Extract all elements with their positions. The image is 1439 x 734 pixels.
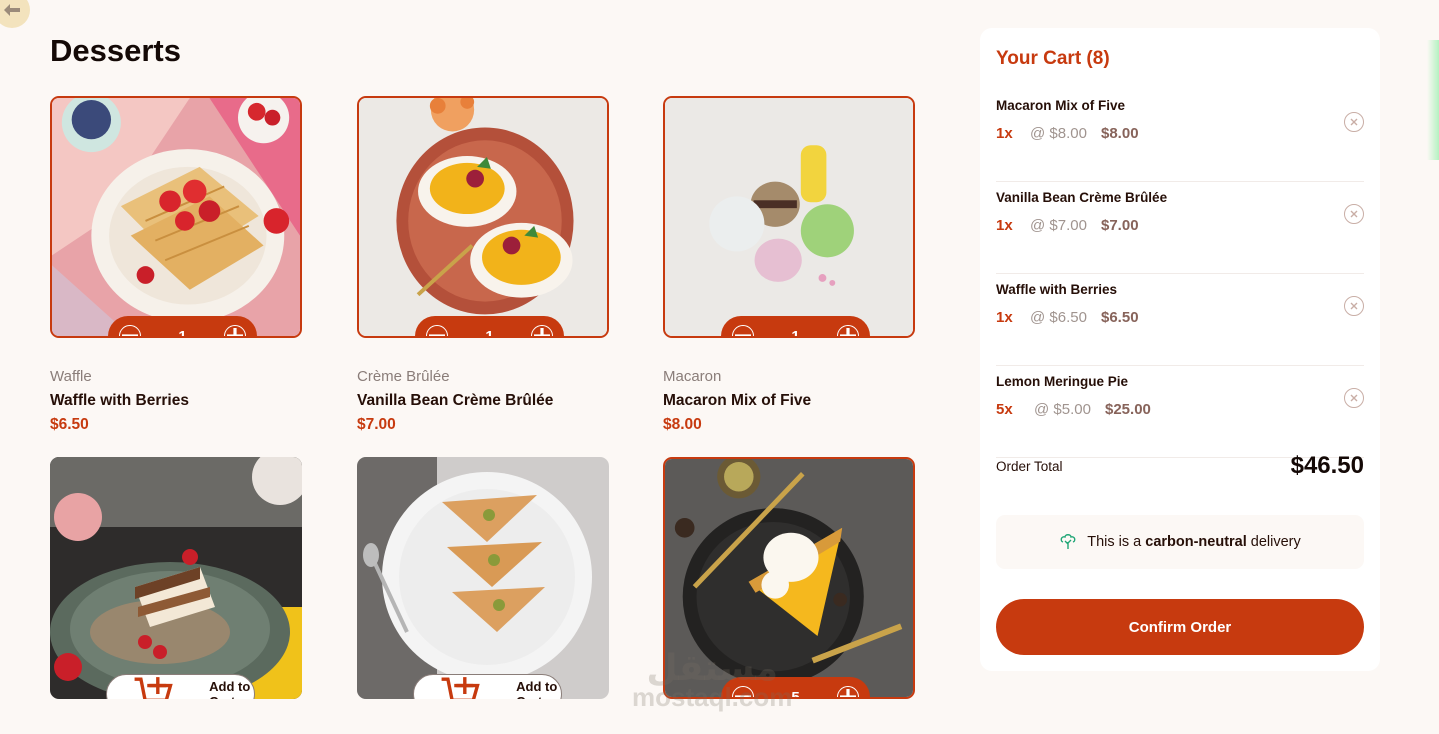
quantity-value: 1 bbox=[485, 327, 494, 338]
add-to-cart-button[interactable]: Add to Cart bbox=[106, 674, 255, 699]
remove-item-button[interactable] bbox=[1344, 388, 1364, 408]
cart-item: Lemon Meringue Pie 5x @ $5.00 $25.00 bbox=[996, 366, 1364, 458]
minus-icon bbox=[735, 334, 751, 336]
remove-item-button[interactable] bbox=[1344, 112, 1364, 132]
back-button[interactable] bbox=[0, 0, 30, 28]
macaron-image bbox=[665, 98, 913, 336]
decrement-button[interactable] bbox=[426, 325, 448, 336]
cart-item-unit-price: @ $6.50 bbox=[1030, 309, 1087, 326]
cart-plus-icon bbox=[441, 677, 480, 699]
cart-item-total: $8.00 bbox=[1101, 125, 1139, 142]
product-price: $8.00 bbox=[663, 416, 702, 433]
remove-item-button[interactable] bbox=[1344, 296, 1364, 316]
product-image: 1 bbox=[50, 96, 302, 338]
edge-glow bbox=[1427, 40, 1439, 160]
remove-item-button[interactable] bbox=[1344, 204, 1364, 224]
minus-icon bbox=[122, 334, 138, 336]
watermark: مستقل mostaql.com bbox=[632, 647, 793, 712]
product-card: Add to Cart bbox=[357, 457, 609, 699]
carbon-text: This is a carbon-neutral delivery bbox=[1087, 534, 1301, 550]
cart-plus-icon bbox=[134, 677, 173, 699]
arrow-left-icon bbox=[4, 4, 20, 16]
cart-item-total: $6.50 bbox=[1101, 309, 1139, 326]
product-card: 1 Crème Brûlée Vanilla Bean Crème Brûlée… bbox=[357, 96, 609, 433]
close-icon bbox=[1350, 302, 1358, 310]
cart-panel: Your Cart (8) Macaron Mix of Five 1x @ $… bbox=[980, 28, 1380, 671]
cart-item-unit-price: @ $5.00 bbox=[1034, 401, 1091, 418]
cart-item: Waffle with Berries 1x @ $6.50 $6.50 bbox=[996, 274, 1364, 366]
carbon-neutral-note: This is a carbon-neutral delivery bbox=[996, 515, 1364, 569]
cart-item-name: Macaron Mix of Five bbox=[996, 98, 1126, 113]
product-category: Waffle bbox=[50, 368, 92, 385]
close-icon bbox=[1350, 394, 1358, 402]
product-category: Crème Brûlée bbox=[357, 368, 450, 385]
page: Desserts 1 Waffle Waffle with Berries $6… bbox=[0, 0, 1439, 734]
minus-icon bbox=[429, 334, 445, 336]
product-image: 1 bbox=[357, 96, 609, 338]
add-to-cart-button[interactable]: Add to Cart bbox=[413, 674, 562, 699]
product-card: Add to Cart bbox=[50, 457, 302, 699]
plus-icon bbox=[840, 689, 856, 697]
cart-item-unit-price: @ $7.00 bbox=[1030, 217, 1087, 234]
cart-item-quantity: 5x bbox=[996, 401, 1013, 418]
close-icon bbox=[1350, 210, 1358, 218]
add-to-cart-label: Add to Cart bbox=[209, 679, 251, 699]
product-card: 1 Waffle Waffle with Berries $6.50 bbox=[50, 96, 302, 433]
cart-item-quantity: 1x bbox=[996, 125, 1013, 142]
order-total-label: Order Total bbox=[996, 459, 1063, 474]
increment-button[interactable] bbox=[531, 325, 553, 336]
cart-item-quantity: 1x bbox=[996, 217, 1013, 234]
tiramisu-image bbox=[50, 457, 302, 699]
product-image: 1 bbox=[663, 96, 915, 338]
carbon-text-bold: carbon-neutral bbox=[1145, 534, 1247, 550]
watermark-latin: mostaql.com bbox=[632, 682, 793, 712]
carbon-text-post: delivery bbox=[1246, 534, 1301, 550]
increment-button[interactable] bbox=[837, 686, 859, 697]
product-name: Vanilla Bean Crème Brûlée bbox=[357, 392, 554, 409]
quantity-value: 1 bbox=[178, 327, 187, 338]
product-card: 1 Macaron Macaron Mix of Five $8.00 bbox=[663, 96, 915, 433]
cart-item: Macaron Mix of Five 1x @ $8.00 $8.00 bbox=[996, 90, 1364, 182]
creme-brulee-image bbox=[359, 98, 607, 336]
product-price: $7.00 bbox=[357, 416, 396, 433]
quantity-value: 1 bbox=[791, 327, 800, 338]
quantity-stepper[interactable]: 1 bbox=[108, 316, 257, 338]
cart-item-name: Waffle with Berries bbox=[996, 282, 1118, 297]
close-icon bbox=[1350, 118, 1358, 126]
tree-icon bbox=[1060, 534, 1076, 549]
cart-item: Vanilla Bean Crème Brûlée 1x @ $7.00 $7.… bbox=[996, 182, 1364, 274]
increment-button[interactable] bbox=[224, 325, 246, 336]
baklava-image bbox=[357, 457, 609, 699]
order-total-value: $46.50 bbox=[1290, 452, 1364, 479]
page-title: Desserts bbox=[50, 33, 181, 68]
carbon-text-pre: This is a bbox=[1087, 534, 1146, 550]
cart-item-name: Lemon Meringue Pie bbox=[996, 374, 1129, 389]
quantity-stepper[interactable]: 1 bbox=[721, 316, 870, 338]
watermark-arabic: مستقل bbox=[646, 647, 779, 688]
product-name: Waffle with Berries bbox=[50, 392, 189, 409]
plus-icon bbox=[840, 328, 856, 336]
plus-icon bbox=[227, 328, 243, 336]
product-name: Macaron Mix of Five bbox=[663, 392, 812, 409]
cart-title: Your Cart (8) bbox=[996, 48, 1110, 69]
plus-icon bbox=[534, 328, 550, 336]
decrement-button[interactable] bbox=[119, 325, 141, 336]
product-category: Macaron bbox=[663, 368, 722, 385]
product-image: Add to Cart bbox=[50, 457, 302, 699]
cart-item-unit-price: @ $8.00 bbox=[1030, 125, 1087, 142]
quantity-stepper[interactable]: 1 bbox=[415, 316, 564, 338]
cart-item-total: $7.00 bbox=[1101, 217, 1139, 234]
cart-item-name: Vanilla Bean Crème Brûlée bbox=[996, 190, 1168, 205]
product-image: Add to Cart bbox=[357, 457, 609, 699]
product-price: $6.50 bbox=[50, 416, 89, 433]
confirm-order-button[interactable]: Confirm Order bbox=[996, 599, 1364, 655]
quantity-value: 5 bbox=[791, 688, 800, 699]
add-to-cart-label: Add to Cart bbox=[516, 679, 558, 699]
cart-item-quantity: 1x bbox=[996, 309, 1013, 326]
waffle-image bbox=[52, 98, 300, 336]
cart-item-total: $25.00 bbox=[1105, 401, 1151, 418]
increment-button[interactable] bbox=[837, 325, 859, 336]
decrement-button[interactable] bbox=[732, 325, 754, 336]
